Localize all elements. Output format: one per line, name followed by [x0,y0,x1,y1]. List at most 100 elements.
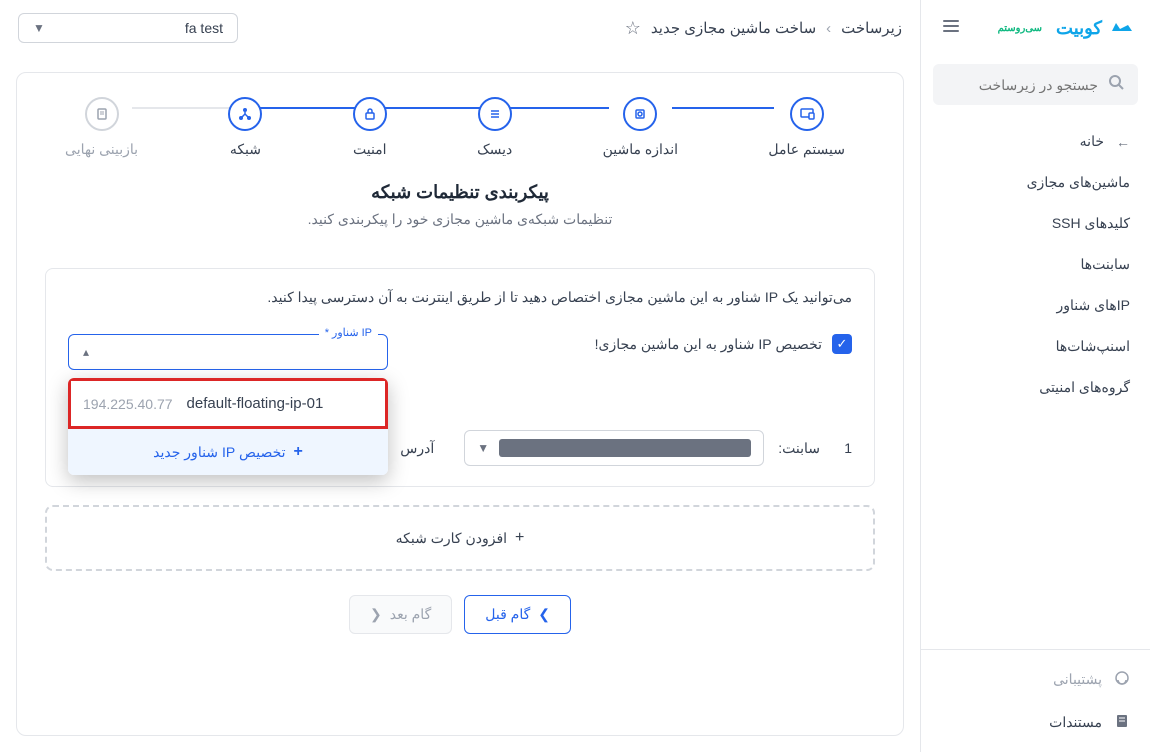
step-line [256,107,358,109]
lock-icon [353,97,387,131]
stepper: سیستم عامل اندازه ماشین دیسک [45,97,875,158]
subnet-select[interactable]: ▼ [464,430,764,466]
nav-label: سابنت‌ها [1080,256,1130,273]
ip-select-box[interactable]: ▴ [68,334,388,370]
ip-option[interactable]: 194.225.40.77 default-floating-ip-01 [68,378,388,429]
content: سیستم عامل اندازه ماشین دیسک [0,56,920,752]
cpu-icon [623,97,657,131]
add-card-label: افزودن کارت شبکه [396,530,507,547]
project-select[interactable]: ▼ fa test [18,13,238,43]
nav-support[interactable]: پشتیبانی [921,658,1150,701]
nav-subnets[interactable]: سابنت‌ها [921,244,1150,285]
nav-ssh[interactable]: کلیدهای SSH [921,203,1150,244]
nav-floating[interactable]: IPهای شناور [921,285,1150,326]
nav-vms[interactable]: ماشین‌های مجازی [921,162,1150,203]
step-label: شبکه [230,141,261,158]
caret-up-icon: ▴ [83,345,89,359]
nav-label: اسنپ‌شات‌ها [1056,338,1130,355]
topbar: زیرساخت › ساخت ماشین مجازی جدید ☆ ▼ fa t… [0,0,920,56]
nav-label: گروه‌های امنیتی [1039,379,1130,396]
breadcrumb-parent[interactable]: زیرساخت [841,19,902,37]
os-icon [790,97,824,131]
assign-ip-checkbox-row[interactable]: ✓ تخصیص IP شناور به این ماشین مجازی! [428,334,852,354]
plus-icon: + [515,529,524,547]
chevron-left-icon: ❮ [370,606,382,623]
step-line [506,107,608,109]
allocate-new-ip[interactable]: + تخصیص IP شناور جدید [68,429,388,475]
support-icon [1114,670,1130,689]
step-size[interactable]: اندازه ماشین [603,97,678,158]
next-button[interactable]: گام بعد ❮ [349,595,452,634]
step-network[interactable]: شبکه [228,97,262,158]
step-disk[interactable]: دیسک [477,97,512,158]
subnet-label: سابنت: [778,440,820,457]
brand: کوبیت سی‌روستم [998,17,1134,40]
step-label: سیستم عامل [768,141,845,158]
search-input[interactable] [947,77,1098,93]
menu-icon[interactable] [937,12,965,45]
ip-address: 194.225.40.77 [83,396,173,412]
chevron-right-icon: ❯ [538,606,550,623]
step-line [381,107,483,109]
add-network-card[interactable]: + افزودن کارت شبکه [45,505,875,571]
sidebar: کوبیت سی‌روستم ← خانه ماشین‌های مجازی کل… [920,0,1150,752]
breadcrumb: زیرساخت › ساخت ماشین مجازی جدید ☆ [625,18,902,39]
brand-name: کوبیت [1056,18,1102,39]
step-line [132,107,234,109]
brand-sublogo: سی‌روستم [998,23,1042,34]
action-label: تخصیص IP شناور جدید [153,444,285,461]
ip-select-label: IP شناور * [319,326,378,339]
step-label: اندازه ماشین [603,141,678,158]
step-label: امنیت [353,141,387,158]
panel-desc: می‌توانید یک IP شناور به این ماشین مجازی… [68,289,852,306]
favorite-star-icon[interactable]: ☆ [625,18,641,39]
review-icon [85,97,119,131]
nav-docs[interactable]: مستندات [921,701,1150,744]
docs-icon [1114,713,1130,732]
btn-label: گام قبل [485,606,530,623]
step-label: دیسک [477,141,512,158]
plus-icon: + [294,443,303,461]
step-security[interactable]: امنیت [353,97,387,158]
project-name: fa test [185,20,223,36]
ip-dropdown: 194.225.40.77 default-floating-ip-01 + ت… [68,378,388,475]
network-panel: می‌توانید یک IP شناور به این ماشین مجازی… [45,268,875,487]
caret-down-icon: ▼ [33,21,45,35]
search-box[interactable] [933,64,1138,105]
wizard-footer: ❯ گام قبل گام بعد ❮ [45,595,875,634]
ip-name: default-floating-ip-01 [187,395,324,412]
subnet-index: 1 [834,440,852,456]
sidebar-header: کوبیت سی‌روستم [921,0,1150,56]
arrow-icon: ← [1116,134,1130,150]
nav-secgroups[interactable]: گروه‌های امنیتی [921,367,1150,408]
page-title: پیکربندی تنظیمات شبکه [45,182,875,203]
subnet-value-redacted [499,439,751,457]
nav-label: خانه [1080,133,1104,150]
nav-snapshots[interactable]: اسنپ‌شات‌ها [921,326,1150,367]
checkbox-label: تخصیص IP شناور به این ماشین مجازی! [595,336,822,353]
nav-home[interactable]: ← خانه [921,121,1150,162]
nav-label: کلیدهای SSH [1052,215,1130,232]
wizard-card: سیستم عامل اندازه ماشین دیسک [16,72,904,736]
page-desc: تنظیمات شبکه‌ی ماشین مجازی خود را پیکربن… [45,211,875,228]
disk-icon [478,97,512,131]
step-review[interactable]: بازبینی نهایی [65,97,138,158]
nav-label: IPهای شناور [1057,297,1130,314]
prev-button[interactable]: ❯ گام قبل [464,595,571,634]
network-icon [228,97,262,131]
checkbox-icon: ✓ [832,334,852,354]
chevron-icon: › [826,20,831,37]
breadcrumb-current: ساخت ماشین مجازی جدید [651,19,816,37]
floating-ip-select[interactable]: IP شناور * ▴ 194.225.40.77 default-float… [68,334,388,370]
nav-label: ماشین‌های مجازی [1027,174,1130,191]
nav: ← خانه ماشین‌های مجازی کلیدهای SSH سابنت… [921,113,1150,649]
nav-label: پشتیبانی [1053,671,1102,688]
step-os[interactable]: سیستم عامل [768,97,845,158]
nav-label: مستندات [1049,714,1102,731]
step-label: بازبینی نهایی [65,141,138,158]
btn-label: گام بعد [390,606,432,623]
caret-down-icon: ▼ [477,441,489,455]
sidebar-footer: پشتیبانی مستندات [921,649,1150,752]
address-label: آدرس [400,440,434,457]
brand-logo-icon [1110,17,1134,40]
